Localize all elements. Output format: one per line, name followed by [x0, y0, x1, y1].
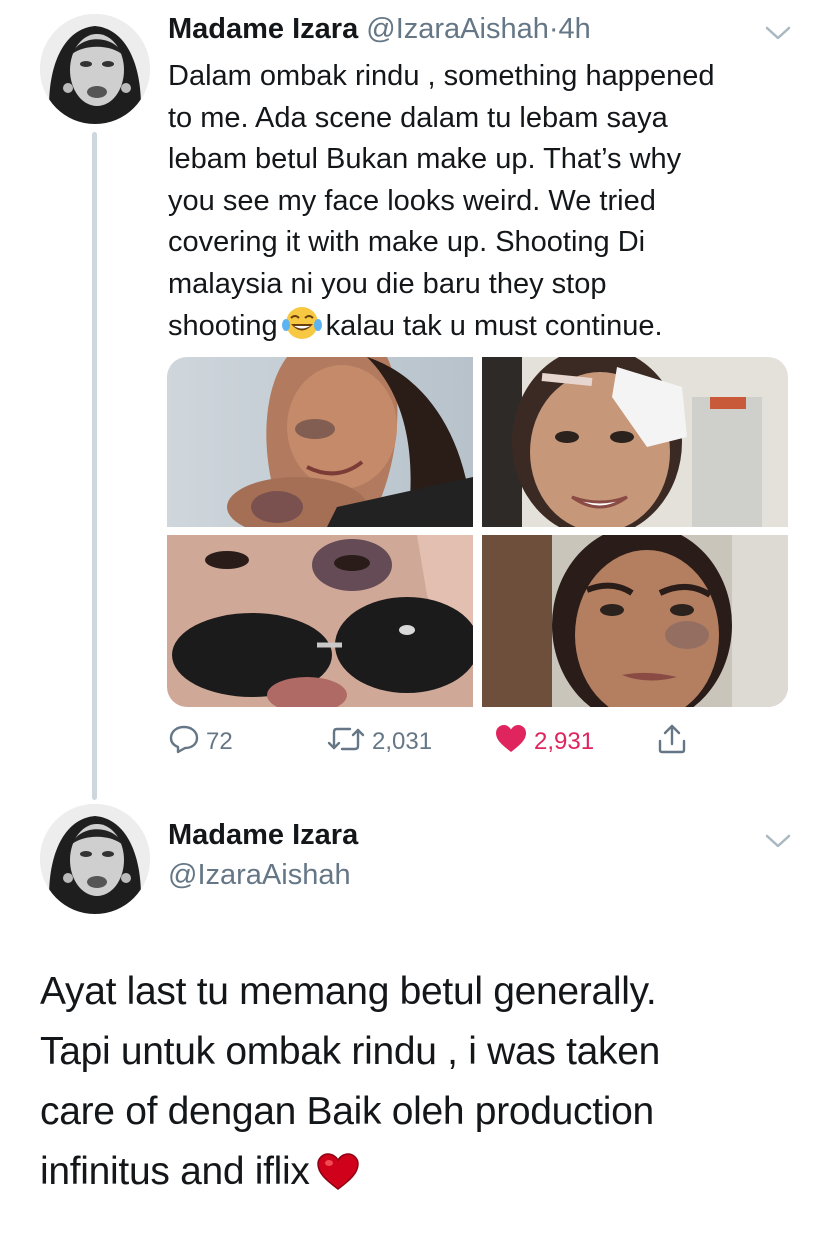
like-button[interactable]: 2,931 [494, 724, 595, 761]
tweet-text-line-last: infinitus and iflix [40, 1142, 800, 1202]
photo-1[interactable] [167, 357, 473, 527]
media-grid [167, 357, 788, 707]
photo-3[interactable] [167, 535, 473, 707]
retweet-icon [326, 724, 366, 761]
author-handle[interactable]: @IzaraAishah [366, 13, 549, 45]
tweet-text-line: malaysia ni you die baru they stop [168, 267, 607, 300]
avatar[interactable] [40, 804, 150, 914]
reply-count: 72 [206, 728, 233, 755]
tweet-text-line: Ayat last tu memang betul generally. [40, 970, 657, 1013]
author-name[interactable]: Madame Izara [168, 818, 358, 852]
tweet-text-line: you see my face looks weird. We tried [168, 184, 656, 217]
timestamp[interactable]: 4h [559, 13, 591, 45]
tweet-text-line: Dalam ombak rindu , something happened [168, 60, 715, 92]
tweet-text-line: covering it with make up. Shooting Di [168, 226, 646, 258]
tweet-text-segment: infinitus and iflix [40, 1150, 310, 1193]
share-button[interactable] [656, 724, 688, 758]
photo-4[interactable] [482, 535, 788, 707]
separator: · [548, 13, 559, 45]
like-count: 2,931 [534, 728, 595, 755]
tweet-text-line: to me. Ada scene dalam tu lebam saya [168, 101, 668, 134]
red-heart-emoji-icon [316, 1150, 360, 1190]
author-handle[interactable]: @IzaraAishah [168, 858, 351, 892]
thread-line [92, 132, 97, 800]
chevron-down-icon[interactable] [764, 24, 792, 42]
tweet-text-line: Tapi untuk ombak rindu , i was taken [40, 1030, 661, 1073]
retweet-button[interactable]: 2,031 [326, 726, 432, 758]
tweet-text-segment: kalau tak u must continue. [325, 310, 663, 342]
retweet-count: 2,031 [372, 728, 433, 755]
laughing-crying-emoji-icon [281, 305, 322, 341]
tweet-text: Dalam ombak rindu , something happened t… [168, 56, 798, 348]
tweet-text-line-last: shooting kalau tak u must continue. [168, 305, 798, 348]
tweet-text: Ayat last tu memang betul generally. Tap… [40, 962, 800, 1202]
tweet-text-segment: shooting [168, 310, 278, 342]
tweet-text-line: care of dengan Baik oleh production [40, 1090, 654, 1133]
heart-icon [494, 724, 528, 761]
reply-button[interactable]: 72 [168, 724, 233, 761]
avatar[interactable] [40, 14, 150, 124]
share-icon [656, 723, 688, 762]
reply-icon [168, 724, 200, 761]
photo-2[interactable] [482, 357, 788, 527]
tweet-header: Madame Izara @IzaraAishah·4h [168, 12, 591, 46]
author-name[interactable]: Madame Izara [168, 13, 358, 45]
tweet-text-line: lebam betul Bukan make up. That’s why [168, 143, 682, 175]
chevron-down-icon[interactable] [764, 832, 792, 850]
